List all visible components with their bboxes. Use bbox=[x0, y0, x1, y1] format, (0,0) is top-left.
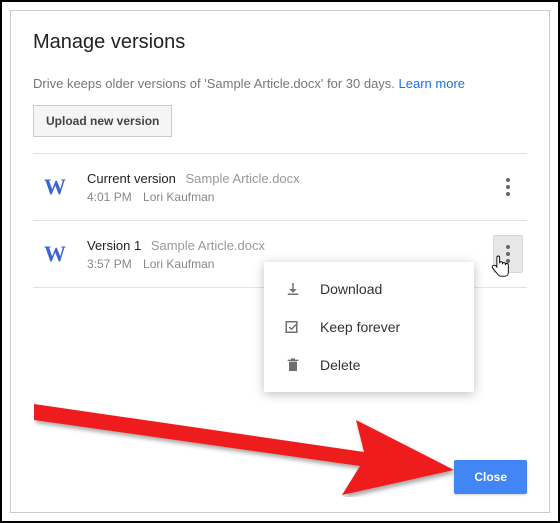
version-author: Lori Kaufman bbox=[143, 190, 214, 204]
version-filename: Sample Article.docx bbox=[151, 238, 265, 253]
checkbox-icon bbox=[282, 318, 304, 336]
version-row-body: Current version Sample Article.docx 4:01… bbox=[87, 171, 493, 204]
version-title-line: Current version Sample Article.docx bbox=[87, 171, 493, 186]
learn-more-link[interactable]: Learn more bbox=[399, 76, 465, 91]
version-time: 3:57 PM bbox=[87, 257, 132, 271]
menu-item-label: Keep forever bbox=[320, 319, 400, 335]
version-row: W Current version Sample Article.docx 4:… bbox=[33, 154, 527, 221]
dialog-subtext: Drive keeps older versions of 'Sample Ar… bbox=[33, 76, 527, 91]
dialog-title: Manage versions bbox=[33, 31, 527, 54]
word-file-icon: W bbox=[41, 240, 69, 268]
version-context-menu: Download Keep forever Delete bbox=[264, 262, 474, 392]
trash-icon bbox=[282, 356, 304, 374]
version-filename: Sample Article.docx bbox=[186, 171, 300, 186]
version-time: 4:01 PM bbox=[87, 190, 132, 204]
menu-item-keep-forever[interactable]: Keep forever bbox=[264, 308, 474, 346]
screenshot-frame: Manage versions Drive keeps older versio… bbox=[0, 0, 560, 523]
more-actions-button[interactable] bbox=[493, 235, 523, 273]
more-vertical-icon bbox=[506, 245, 510, 263]
download-icon bbox=[282, 280, 304, 298]
version-author: Lori Kaufman bbox=[143, 257, 214, 271]
close-button[interactable]: Close bbox=[454, 460, 527, 494]
upload-new-version-button[interactable]: Upload new version bbox=[33, 105, 172, 137]
version-meta: 4:01 PM Lori Kaufman bbox=[87, 190, 493, 204]
menu-item-delete[interactable]: Delete bbox=[264, 346, 474, 384]
version-title: Current version bbox=[87, 171, 176, 186]
version-title: Version 1 bbox=[87, 238, 141, 253]
menu-item-download[interactable]: Download bbox=[264, 270, 474, 308]
version-title-line: Version 1 Sample Article.docx bbox=[87, 238, 493, 253]
menu-item-label: Delete bbox=[320, 357, 360, 373]
more-actions-button[interactable] bbox=[493, 168, 523, 206]
subtext-text: Drive keeps older versions of 'Sample Ar… bbox=[33, 76, 399, 91]
word-file-icon: W bbox=[41, 173, 69, 201]
menu-item-label: Download bbox=[320, 281, 382, 297]
more-vertical-icon bbox=[506, 178, 510, 196]
